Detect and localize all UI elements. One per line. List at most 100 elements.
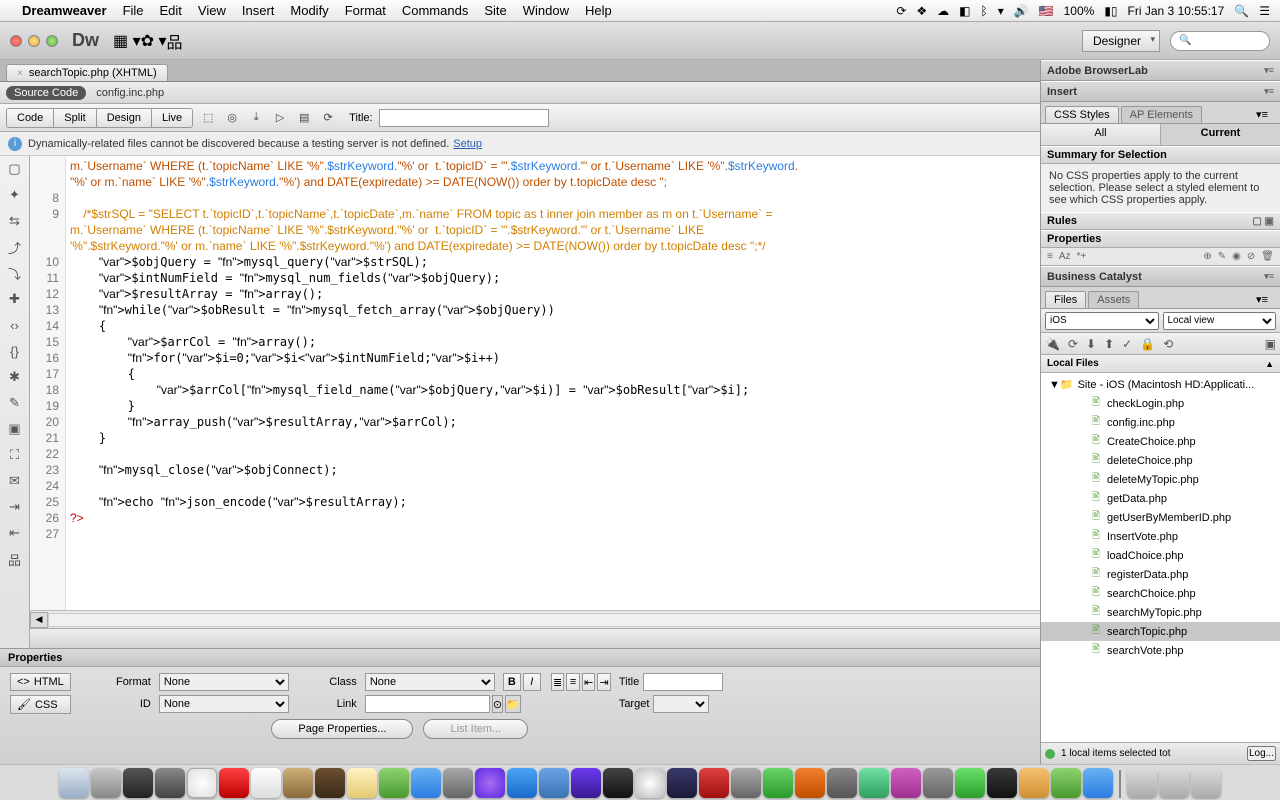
dock-app4[interactable]: [667, 768, 697, 798]
bold-button[interactable]: B: [503, 673, 521, 691]
ol-button[interactable]: ≡: [566, 673, 580, 691]
select-parent-icon[interactable]: ⤴: [6, 238, 24, 256]
outdent-button[interactable]: ⇤: [582, 673, 596, 691]
dock-teamviewer[interactable]: [1083, 768, 1113, 798]
collapse-tag-icon[interactable]: ✦: [6, 186, 24, 204]
tree-file[interactable]: 🖹searchVote.php: [1041, 641, 1280, 660]
id-select[interactable]: None: [159, 695, 289, 713]
highlight-invalid-icon[interactable]: ‹›: [6, 316, 24, 334]
live-code-icon[interactable]: ⬚: [199, 109, 217, 127]
related-file-config[interactable]: config.inc.php: [96, 87, 164, 99]
view-code[interactable]: Code: [7, 109, 54, 127]
dock-eclipse[interactable]: [635, 768, 665, 798]
menu-window[interactable]: Window: [523, 3, 569, 18]
expand-files-icon[interactable]: ▣: [1265, 337, 1276, 351]
menu-edit[interactable]: Edit: [160, 3, 182, 18]
remove-comment-icon[interactable]: ✎: [6, 394, 24, 412]
menu-modify[interactable]: Modify: [290, 3, 328, 18]
dock-appstore2[interactable]: [507, 768, 537, 798]
local-files-header[interactable]: Local Files▲: [1041, 355, 1280, 373]
help-search-input[interactable]: [1170, 31, 1270, 51]
format-source-icon[interactable]: 品: [6, 550, 24, 568]
tree-file[interactable]: 🖹getUserByMemberID.php: [1041, 508, 1280, 527]
tree-file[interactable]: 🖹deleteMyTopic.php: [1041, 470, 1280, 489]
ul-button[interactable]: ≣: [551, 673, 565, 691]
server-debug-icon[interactable]: ▷: [271, 109, 289, 127]
dock-syspref[interactable]: [155, 768, 185, 798]
format-select[interactable]: None: [159, 673, 289, 691]
dock-filezilla[interactable]: [699, 768, 729, 798]
menu-commands[interactable]: Commands: [402, 3, 468, 18]
window-zoom-button[interactable]: [46, 35, 58, 47]
show-category-icon[interactable]: ≡: [1047, 251, 1053, 262]
attach-stylesheet-icon[interactable]: ⊕: [1203, 251, 1211, 262]
dock-terminal[interactable]: [603, 768, 633, 798]
view-select[interactable]: Local view: [1163, 312, 1277, 330]
get-files-icon[interactable]: ⬇: [1086, 337, 1096, 351]
window-close-button[interactable]: [10, 35, 22, 47]
dock-trash[interactable]: [1191, 768, 1221, 798]
css-all-button[interactable]: All: [1041, 124, 1161, 145]
dock-launchpad[interactable]: [91, 768, 121, 798]
clock[interactable]: Fri Jan 3 10:55:17: [1128, 4, 1225, 18]
dock-utorrent[interactable]: [763, 768, 793, 798]
flag-icon[interactable]: 🇺🇸: [1039, 4, 1054, 18]
open-documents-icon[interactable]: ▢: [6, 160, 24, 178]
tab-close-icon[interactable]: ×: [17, 68, 23, 79]
dock-appstore[interactable]: [219, 768, 249, 798]
dock-app11[interactable]: [987, 768, 1017, 798]
sync-icon[interactable]: ⟳: [896, 4, 906, 18]
dock-app10[interactable]: [1019, 768, 1049, 798]
menu-help[interactable]: Help: [585, 3, 612, 18]
link-input[interactable]: [365, 695, 490, 713]
page-properties-button[interactable]: Page Properties...: [271, 719, 413, 739]
dropbox-icon[interactable]: ☁: [937, 4, 949, 18]
files-tab[interactable]: Files: [1045, 291, 1086, 308]
properties-html-button[interactable]: <> HTML: [10, 673, 71, 691]
dock-finder[interactable]: [59, 768, 89, 798]
dock-safari[interactable]: [443, 768, 473, 798]
expand-all-icon[interactable]: ⇆: [6, 212, 24, 230]
scroll-left-button[interactable]: ◀: [30, 612, 48, 628]
connect-icon[interactable]: 🔌: [1045, 337, 1060, 351]
layout-icon[interactable]: ▦ ▾: [113, 31, 141, 51]
line-numbers-icon[interactable]: ✚: [6, 290, 24, 308]
dock-vlc[interactable]: [795, 768, 825, 798]
wrap-tag-icon[interactable]: ▣: [6, 420, 24, 438]
tree-file[interactable]: 🖹checkLogin.php: [1041, 394, 1280, 413]
indent-icon[interactable]: ⇥: [6, 498, 24, 516]
recent-snippets-icon[interactable]: ⛶: [6, 446, 24, 464]
dock-app3[interactable]: [571, 768, 601, 798]
bluetooth-icon[interactable]: ᛒ: [980, 4, 987, 18]
dock-line[interactable]: [955, 768, 985, 798]
file-tree[interactable]: ▼ 📁 Site - iOS (Macintosh HD:Applicati..…: [1041, 373, 1280, 662]
browserlab-panel-header[interactable]: Adobe BrowserLab▾≡: [1041, 60, 1280, 81]
workspace-switcher[interactable]: Designer: [1082, 30, 1160, 52]
business-catalyst-header[interactable]: Business Catalyst▾≡: [1041, 266, 1280, 287]
dock-app8[interactable]: [891, 768, 921, 798]
view-split[interactable]: Split: [54, 109, 96, 127]
view-live[interactable]: Live: [152, 109, 192, 127]
evernote-icon[interactable]: ❖: [916, 4, 927, 18]
dock-notes[interactable]: [347, 768, 377, 798]
dock-dreamweaver[interactable]: [1051, 768, 1081, 798]
delete-rule-icon[interactable]: 🗑: [1261, 251, 1274, 262]
volume-icon[interactable]: 🔊: [1014, 4, 1029, 18]
menu-site[interactable]: Site: [484, 3, 506, 18]
battery-icon[interactable]: ▮▯: [1104, 4, 1117, 18]
dock-chrome[interactable]: [187, 768, 217, 798]
properties-css-button[interactable]: 🖌 CSS: [10, 695, 71, 714]
window-minimize-button[interactable]: [28, 35, 40, 47]
browse-folder-icon[interactable]: 📁: [505, 695, 521, 713]
tree-root[interactable]: ▼ 📁 Site - iOS (Macintosh HD:Applicati..…: [1041, 375, 1280, 394]
tree-file[interactable]: 🖹searchChoice.php: [1041, 584, 1280, 603]
notifications-icon[interactable]: ☰: [1259, 4, 1270, 18]
menu-format[interactable]: Format: [345, 3, 386, 18]
dock-app2[interactable]: [539, 768, 569, 798]
refresh-files-icon[interactable]: ⟳: [1068, 337, 1078, 351]
menu-file[interactable]: File: [123, 3, 144, 18]
live-view-icon[interactable]: ◎: [223, 109, 241, 127]
tree-file[interactable]: 🖹getData.php: [1041, 489, 1280, 508]
refresh-icon[interactable]: ⟳: [319, 109, 337, 127]
tree-file[interactable]: 🖹CreateChoice.php: [1041, 432, 1280, 451]
